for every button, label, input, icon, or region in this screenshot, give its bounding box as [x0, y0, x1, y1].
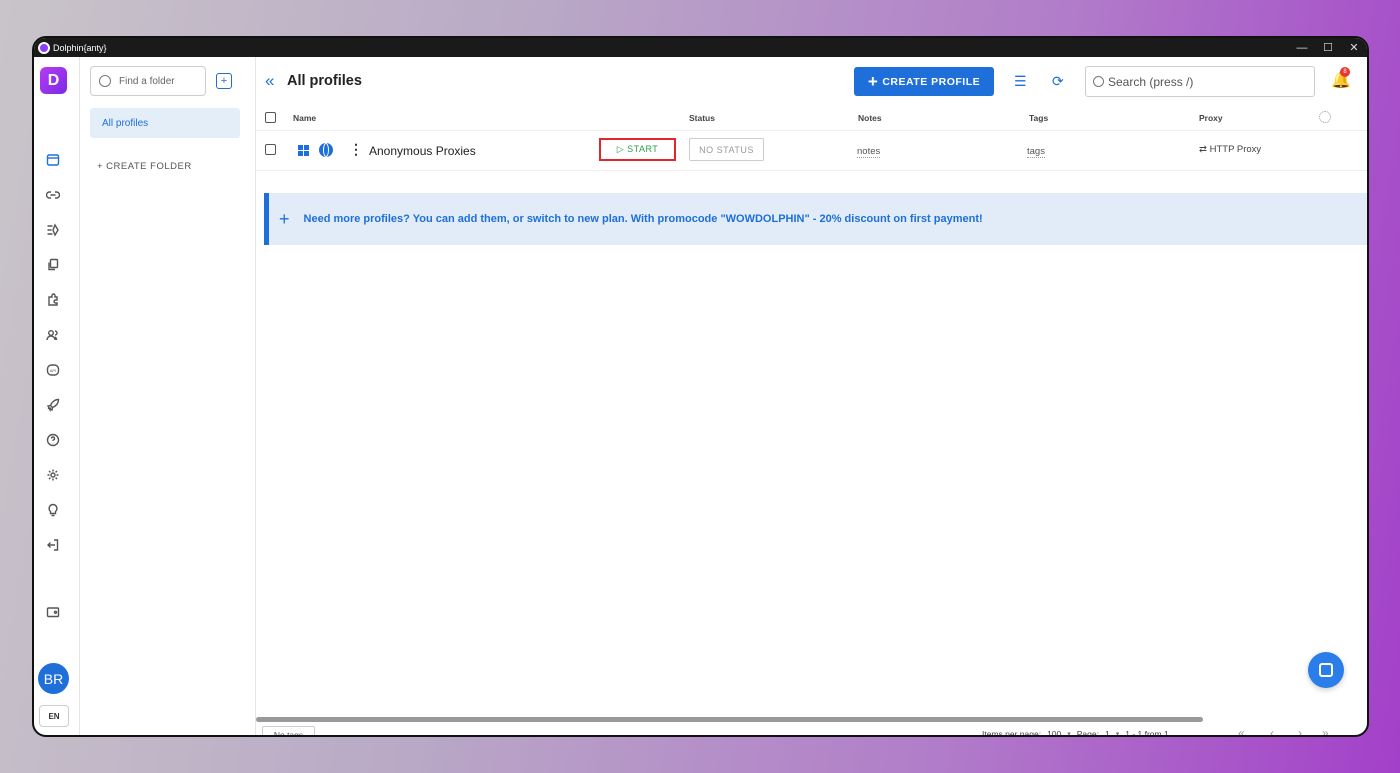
titlebar: Dolphin{anty} — ☐ ✕: [34, 38, 1367, 57]
column-name[interactable]: Name: [293, 113, 316, 123]
chevron-down-icon[interactable]: ▾: [1067, 730, 1071, 735]
search-icon: [99, 75, 111, 87]
page-title: All profiles: [287, 73, 362, 89]
search-icon: [1093, 76, 1104, 87]
plus-icon: +: [220, 74, 228, 87]
items-per-page-select[interactable]: 100: [1047, 729, 1061, 735]
next-page-button[interactable]: ›: [1298, 726, 1302, 735]
proxy-cell[interactable]: ⇄ HTTP Proxy: [1199, 144, 1261, 155]
select-all-checkbox[interactable]: [265, 112, 276, 123]
row-checkbox[interactable]: [265, 144, 276, 155]
api-icon[interactable]: API: [43, 360, 63, 380]
row-menu-icon[interactable]: ⋮: [349, 141, 363, 158]
tags-cell[interactable]: tags: [1027, 146, 1045, 158]
items-per-page-label: Items per page:: [982, 729, 1042, 737]
add-folder-button[interactable]: +: [216, 73, 232, 89]
notification-badge: 8: [1340, 67, 1350, 77]
start-button[interactable]: ▷ START: [599, 138, 676, 161]
page-range: 1 - 1 from 1: [1125, 729, 1169, 737]
notifications-bell-icon[interactable]: 🔔 8: [1331, 67, 1351, 90]
rocket-icon[interactable]: [43, 395, 63, 415]
extensions-icon[interactable]: [43, 290, 63, 310]
profile-name[interactable]: Anonymous Proxies: [369, 144, 476, 158]
chat-icon: [1319, 663, 1333, 677]
users-icon[interactable]: [43, 325, 63, 345]
minimize-button[interactable]: —: [1289, 42, 1315, 54]
window-title: Dolphin{anty}: [53, 42, 107, 53]
column-proxy[interactable]: Proxy: [1199, 113, 1223, 123]
page-label: Page:: [1076, 729, 1099, 737]
globe-icon: [319, 143, 333, 157]
last-page-button[interactable]: »: [1322, 726, 1329, 735]
logout-icon[interactable]: [43, 535, 63, 555]
settings-icon[interactable]: [43, 465, 63, 485]
create-folder-button[interactable]: + CREATE FOLDER: [97, 161, 192, 172]
status-badge[interactable]: NO STATUS: [689, 138, 764, 161]
wallet-icon[interactable]: [43, 602, 63, 622]
filter-icon[interactable]: ☰: [1014, 73, 1027, 90]
first-page-button[interactable]: «: [1238, 726, 1245, 735]
page-select[interactable]: 1: [1105, 729, 1110, 735]
language-switch[interactable]: EN: [39, 705, 69, 727]
promo-banner[interactable]: + Need more profiles? You can add them, …: [264, 193, 1367, 245]
profiles-icon[interactable]: [43, 150, 63, 170]
svg-text:API: API: [50, 368, 56, 373]
prev-page-button[interactable]: ‹: [1270, 726, 1274, 735]
help-icon[interactable]: [43, 430, 63, 450]
create-profile-label: CREATE PROFILE: [882, 75, 981, 88]
promo-text: Need more profiles? You can add them, or…: [303, 213, 983, 225]
column-notes[interactable]: Notes: [858, 113, 882, 123]
folder-search-placeholder: Find a folder: [119, 75, 175, 87]
app-logo-icon: [38, 41, 50, 54]
plus-icon: +: [867, 71, 879, 91]
table-row[interactable]: ⋮ Anonymous Proxies ▷ START NO STATUS no…: [256, 131, 1367, 171]
footer: No tags Items per page: 100 ▾ Page: 1 ▾ …: [256, 724, 1367, 737]
search-placeholder: Search (press /): [1108, 74, 1194, 89]
folder-item-all-profiles[interactable]: All profiles: [90, 108, 240, 138]
bulb-icon[interactable]: [43, 500, 63, 520]
column-status[interactable]: Status: [689, 113, 715, 123]
chevron-down-icon[interactable]: ▾: [1116, 730, 1120, 735]
copy-icon[interactable]: [43, 255, 63, 275]
profile-search-input[interactable]: Search (press /): [1085, 66, 1315, 97]
table-header: Name Status Notes Tags Proxy: [256, 105, 1367, 131]
horizontal-scrollbar[interactable]: [256, 717, 1203, 722]
icon-rail: D API BR EN: [34, 57, 80, 735]
maximize-button[interactable]: ☐: [1315, 41, 1341, 54]
main-content: « All profiles + CREATE PROFILE ☰ ⟳ Sear…: [256, 57, 1367, 735]
notes-cell[interactable]: notes: [857, 146, 881, 158]
refresh-icon[interactable]: ⟳: [1052, 73, 1064, 90]
automation-icon[interactable]: [43, 220, 63, 240]
no-tags-filter[interactable]: No tags: [262, 726, 315, 735]
pagination: Items per page: 100 ▾ Page: 1 ▾ 1 - 1 fr…: [982, 729, 1169, 737]
chat-support-button[interactable]: [1308, 652, 1344, 688]
column-tags[interactable]: Tags: [1029, 113, 1048, 123]
column-settings-icon[interactable]: [1319, 111, 1331, 123]
promo-plus-icon: +: [279, 208, 290, 229]
dolphin-logo[interactable]: D: [40, 67, 67, 94]
collapse-sidebar-icon[interactable]: «: [265, 71, 274, 91]
top-bar: « All profiles + CREATE PROFILE ☰ ⟳ Sear…: [256, 57, 1367, 105]
folder-panel: Find a folder + All profiles + CREATE FO…: [80, 57, 256, 735]
windows-icon: [298, 145, 309, 156]
app-window: Dolphin{anty} — ☐ ✕ D API BR EN Find a f…: [32, 36, 1369, 737]
avatar[interactable]: BR: [38, 663, 69, 694]
close-button[interactable]: ✕: [1341, 41, 1367, 54]
link-icon[interactable]: [43, 185, 63, 205]
folder-search-input[interactable]: Find a folder: [90, 66, 206, 96]
create-profile-button[interactable]: + CREATE PROFILE: [854, 67, 994, 96]
